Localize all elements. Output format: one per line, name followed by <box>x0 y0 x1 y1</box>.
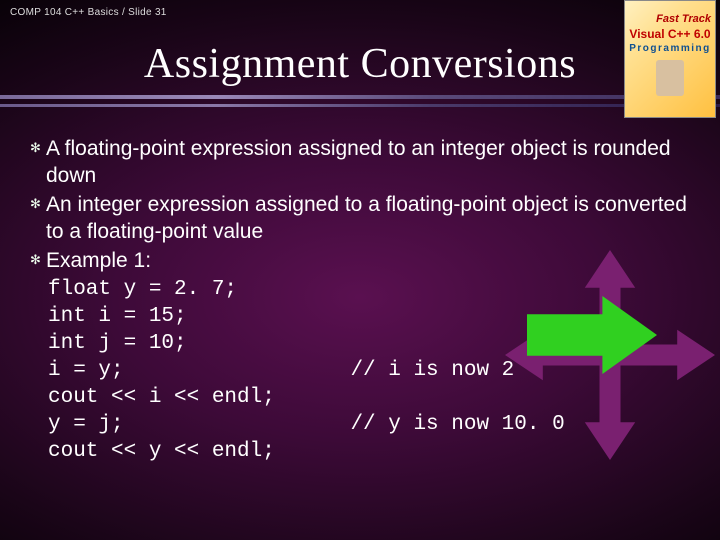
slide-header: COMP 104 C++ Basics / Slide 31 <box>0 0 720 22</box>
code-line: float y = 2. 7; <box>48 276 700 303</box>
bullet-marker-icon: ✻ <box>28 135 46 161</box>
bullet-text: Example 1: <box>46 247 151 274</box>
book-line-3: Programming <box>629 43 711 54</box>
code-line: i = y; // i is now 2 <box>48 357 700 384</box>
code-line: cout << i << endl; <box>48 384 700 411</box>
book-line-2: Visual C++ 6.0 <box>629 27 711 41</box>
slide-content: ✻ A floating-point expression assigned t… <box>28 135 700 465</box>
bullet-item: ✻ Example 1: <box>28 247 700 274</box>
title-underline-1 <box>0 95 720 99</box>
bullet-item: ✻ A floating-point expression assigned t… <box>28 135 700 189</box>
bullet-text: An integer expression assigned to a floa… <box>46 191 700 245</box>
code-line: int i = 15; <box>48 303 700 330</box>
title-area: Assignment Conversions <box>0 22 720 107</box>
bullet-text: A floating-point expression assigned to … <box>46 135 700 189</box>
code-line: int j = 10; <box>48 330 700 357</box>
bullet-item: ✻ An integer expression assigned to a fl… <box>28 191 700 245</box>
slide-title: Assignment Conversions <box>0 22 720 88</box>
book-face-graphic <box>656 60 684 96</box>
book-cover-image: Fast Track Visual C++ 6.0 Programming <box>624 0 716 118</box>
title-underline-2 <box>0 104 720 107</box>
bullet-marker-icon: ✻ <box>28 191 46 217</box>
code-line: cout << y << endl; <box>48 438 700 465</box>
book-line-1: Fast Track <box>629 13 711 25</box>
code-line: y = j; // y is now 10. 0 <box>48 411 700 438</box>
bullet-marker-icon: ✻ <box>28 247 46 273</box>
